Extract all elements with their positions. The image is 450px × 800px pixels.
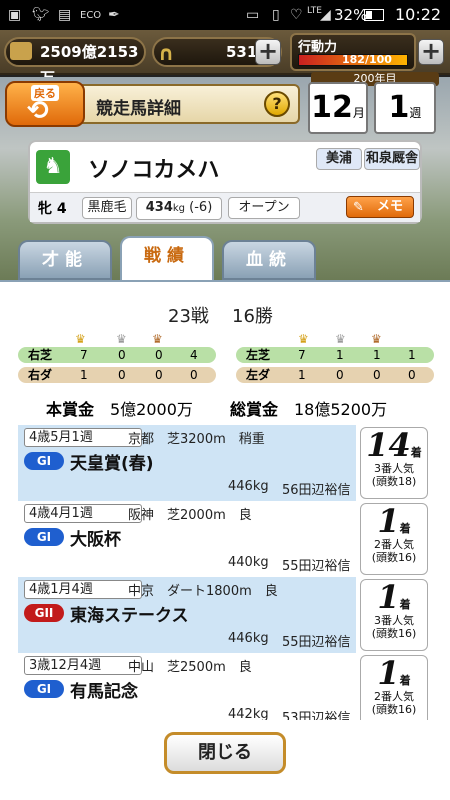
twitter-icon: 🐦︎ xyxy=(32,7,50,23)
race-result: 1着 3番人気 (頭数16) xyxy=(360,579,428,651)
help-button[interactable]: ? xyxy=(264,91,290,117)
grade-badge: GII xyxy=(24,604,64,622)
right-dirt-row: 右ダ 1 0 0 0 xyxy=(18,367,216,383)
race-meta: 京都 芝3200m 稍重 xyxy=(128,432,265,447)
race-count: 23戦 xyxy=(168,306,209,327)
race-result: 1着 2番人気 (頭数16) xyxy=(360,655,428,727)
vibrate-icon: ▯ xyxy=(272,7,280,23)
silver-trophy-icon: ♛ xyxy=(116,332,127,346)
body-weight: 434kg (-6) xyxy=(136,197,222,220)
memo-button[interactable]: ✎ メモ xyxy=(346,196,414,218)
total-prize-value: 18億5200万 xyxy=(294,400,388,419)
vr-icon: ▭ xyxy=(246,7,260,23)
race-entry[interactable]: 3歳12月4週 中山 芝2500m 良 GI 有馬記念 442kg 53田辺裕信… xyxy=(18,653,430,729)
race-name: 東海ステークス xyxy=(70,606,189,626)
race-jockey: 56田辺裕信 xyxy=(282,483,351,498)
race-weight: 446kg xyxy=(228,631,269,646)
bronze-trophy-icon: ♛ xyxy=(152,332,163,346)
week-number: 1 xyxy=(388,90,410,125)
stamina-label: 行動力 xyxy=(298,40,338,55)
close-button[interactable]: 閉じる xyxy=(164,732,286,774)
record-panel: 23戦 16勝 ♛ ♛ ♛ ♛ ♛ ♛ 右芝 7 0 0 4 右ダ 1 0 0 … xyxy=(0,282,450,729)
stamina-value: 182/100 xyxy=(342,53,392,66)
right-turf-row: 右芝 7 0 0 4 xyxy=(18,347,216,363)
horse-icon: ♞ xyxy=(36,150,70,184)
money-icon xyxy=(10,42,32,60)
heart-icon: ♡ xyxy=(290,7,303,23)
stamina-display: 行動力 182/100 xyxy=(290,33,416,71)
horseshoe-value: 531 xyxy=(226,43,258,61)
grade-badge: GI xyxy=(24,452,64,470)
week-unit: 週 xyxy=(409,106,422,120)
battery-icon xyxy=(364,9,384,21)
back-button[interactable]: 戻る ⟲ xyxy=(5,81,85,127)
tab-pedigree[interactable]: 血統 xyxy=(222,240,316,280)
race-entry[interactable]: 4歳4月1週 阪神 芝2000m 良 GI 大阪杯 440kg 55田辺裕信 1… xyxy=(18,501,430,577)
race-date: 3歳12月4週 xyxy=(24,656,142,675)
resource-bar: 2509億2153万 ∩ 531 + 行動力 182/100 + xyxy=(0,30,450,87)
status-bar: ▣ 🐦︎ ▤ ECO ✒ ▭ ▯ ♡ LTE ◢ 32% 10:22 xyxy=(0,0,450,30)
win-count: 16勝 xyxy=(232,306,273,327)
stamina-plus-button[interactable]: + xyxy=(418,39,444,65)
race-name: 大阪杯 xyxy=(70,530,121,550)
race-jockey: 55田辺裕信 xyxy=(282,559,351,574)
horse-class: オープン xyxy=(228,197,300,219)
signal-icon: ◢ xyxy=(320,7,331,23)
sex-age: 牝 4 xyxy=(38,201,67,217)
horseshoe-icon: ∩ xyxy=(158,41,175,65)
horseshoe-plus-button[interactable]: + xyxy=(255,39,281,65)
stable-region: 美浦 xyxy=(316,148,362,170)
total-prize-label: 総賞金 xyxy=(230,400,279,419)
race-weight: 446kg xyxy=(228,479,269,494)
week-card: 1週 xyxy=(374,82,436,134)
month-card: 12月 xyxy=(308,82,368,134)
horse-card: ♞ ソノコカメハ 美浦 和泉厩舎 牝 4 黒鹿毛 434kg (-6) オープン… xyxy=(28,140,422,224)
race-meta: 中京 ダート1800m 良 xyxy=(128,584,278,599)
main-prize-label: 本賞金 xyxy=(46,400,95,419)
race-name: 天皇賞(春) xyxy=(70,454,154,474)
left-dirt-row: 左ダ 1 0 0 0 xyxy=(236,367,434,383)
main-prize-value: 5億2000万 xyxy=(110,400,193,419)
race-meta: 阪神 芝2000m 良 xyxy=(128,508,252,523)
feather-icon: ✒ xyxy=(108,7,120,23)
eco-icon: ECO xyxy=(80,10,102,21)
clock: 10:22 xyxy=(395,5,442,24)
bronze-trophy-icon: ♛ xyxy=(371,332,382,346)
month-number: 12 xyxy=(311,90,353,125)
coat-color: 黒鹿毛 xyxy=(82,197,132,219)
back-arrow-icon: ⟲ xyxy=(27,96,49,126)
race-weight: 440kg xyxy=(228,555,269,570)
image-icon: ▣ xyxy=(8,7,22,23)
silver-trophy-icon: ♛ xyxy=(335,332,346,346)
race-date: 4歳5月1週 xyxy=(24,428,142,447)
race-jockey: 55田辺裕信 xyxy=(282,635,351,650)
page-title: 競走馬詳細 xyxy=(96,99,181,119)
horse-name: ソノコカメハ xyxy=(88,158,220,183)
race-entry[interactable]: 4歳1月4週 中京 ダート1800m 良 GII 東海ステークス 446kg 5… xyxy=(18,577,430,653)
money-display: 2509億2153万 xyxy=(4,37,146,87)
battery-percent: 32% xyxy=(334,6,368,24)
race-meta: 中山 芝2500m 良 xyxy=(128,660,252,675)
gold-trophy-icon: ♛ xyxy=(75,332,86,346)
grade-badge: GI xyxy=(24,528,64,546)
month-unit: 月 xyxy=(352,106,365,120)
race-date: 4歳4月1週 xyxy=(24,504,142,523)
left-turf-row: 左芝 7 1 1 1 xyxy=(236,347,434,363)
sim-card-icon: ▤ xyxy=(58,7,72,23)
race-result: 14着 3番人気 (頭数18) xyxy=(360,427,428,499)
tab-record[interactable]: 戦績 xyxy=(120,236,214,284)
tab-talent[interactable]: 才能 xyxy=(18,240,112,280)
race-result: 1着 2番人気 (頭数16) xyxy=(360,503,428,575)
trainer-name: 和泉厩舎 xyxy=(364,148,420,170)
race-name: 有馬記念 xyxy=(70,682,138,702)
memo-icon: ✎ xyxy=(353,200,364,215)
race-date: 4歳1月4週 xyxy=(24,580,142,599)
grade-badge: GI xyxy=(24,680,64,698)
race-entry[interactable]: 4歳5月1週 京都 芝3200m 稍重 GI 天皇賞(春) 446kg 56田辺… xyxy=(18,425,430,501)
gold-trophy-icon: ♛ xyxy=(298,332,309,346)
